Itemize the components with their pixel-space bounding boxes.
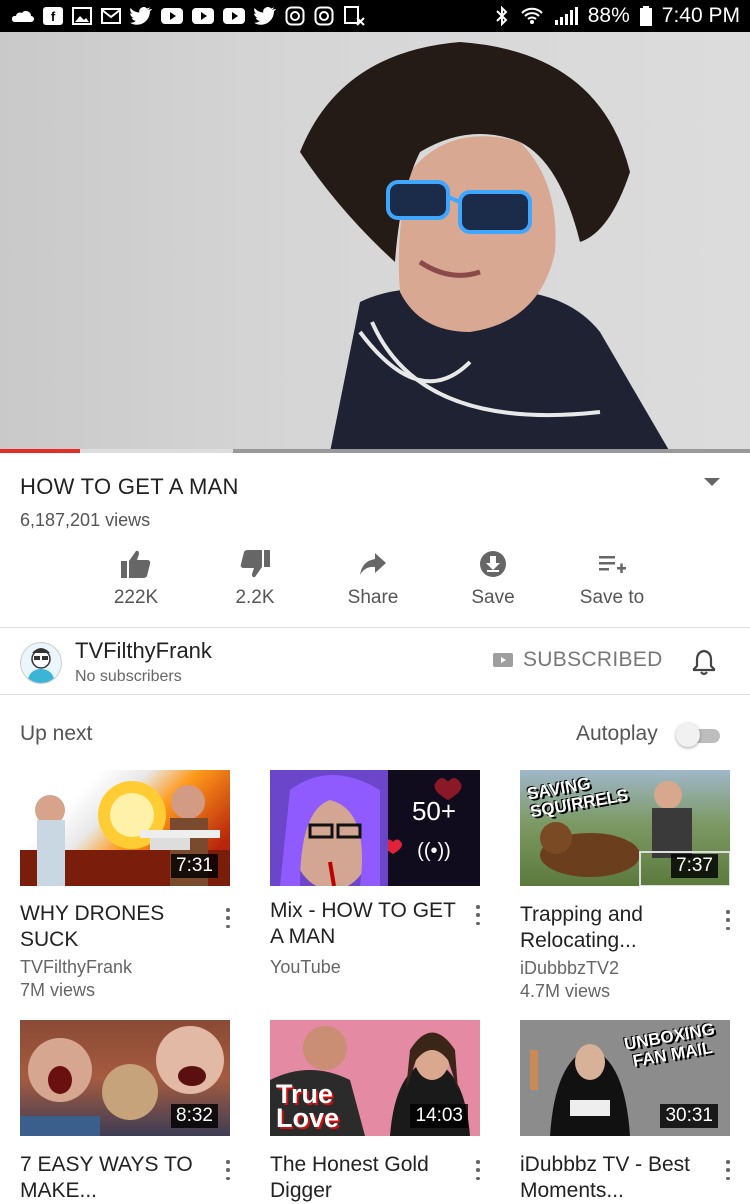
video-duration: 7:31 <box>171 854 218 878</box>
system-status: 88% 7:40 PM <box>494 4 740 28</box>
save-label: Save <box>471 587 515 608</box>
video-thumbnail[interactable]: UNBOXING FAN MAIL 30:31 <box>520 1020 730 1136</box>
video-card-title[interactable]: Mix - HOW TO GET A MAN <box>270 898 470 950</box>
instagram-icon <box>285 6 305 26</box>
download-icon <box>480 551 506 577</box>
battery-icon <box>639 6 652 26</box>
video-thumbnail[interactable]: 7:31 <box>20 770 230 886</box>
video-card-title[interactable]: WHY DRONES SUCK <box>20 901 220 953</box>
expand-description-icon[interactable] <box>704 478 720 486</box>
save-offline-button[interactable]: Save <box>438 545 548 609</box>
channel-name[interactable]: TVFilthyFrank <box>75 638 212 664</box>
instagram-icon <box>314 6 334 26</box>
subscriber-count: No subscribers <box>75 668 182 685</box>
more-options-icon[interactable] <box>475 1160 481 1180</box>
video-duration: 30:31 <box>660 1104 718 1128</box>
facebook-icon: f <box>43 7 63 25</box>
divider <box>0 694 750 695</box>
video-card-channel: iDubbbzTV2 <box>520 958 620 978</box>
more-options-icon[interactable] <box>725 910 731 930</box>
dislike-count: 2.2K <box>235 587 275 608</box>
broadcast-icon: ((•)) <box>417 840 451 862</box>
video-card-views: 4.7M views <box>520 981 611 1001</box>
video-thumbnail[interactable]: SAVING SQUIRRELS 7:37 <box>520 770 730 886</box>
notification-icons: f <box>10 6 365 26</box>
youtube-notif-icon <box>223 8 245 24</box>
video-card-title[interactable]: The Honest Gold Digger <box>270 1152 470 1204</box>
bluetooth-icon <box>496 6 508 26</box>
more-options-icon[interactable] <box>725 1160 731 1180</box>
video-card-channel: TVFilthyFrank <box>20 957 133 977</box>
youtube-small-icon <box>493 653 513 667</box>
progress-played <box>0 449 80 453</box>
youtube-notif-icon <box>161 8 183 24</box>
gallery-icon <box>72 7 92 25</box>
share-icon <box>360 553 386 575</box>
video-player[interactable] <box>0 32 750 452</box>
video-card-title[interactable]: 7 EASY WAYS TO MAKE... <box>20 1152 220 1204</box>
mix-hearts <box>388 778 462 854</box>
view-count: 6,187,201 views <box>20 510 151 530</box>
video-title: HOW TO GET A MAN <box>20 474 239 499</box>
mix-count: 50+ <box>411 796 457 826</box>
more-options-icon[interactable] <box>475 905 481 925</box>
video-duration: 14:03 <box>410 1104 468 1128</box>
thumbs-down-icon <box>240 550 270 578</box>
video-duration: 8:32 <box>171 1104 218 1128</box>
clock: 7:40 PM <box>661 4 740 27</box>
cloud-icon <box>11 10 34 22</box>
share-label: Share <box>347 587 399 608</box>
battery-percent: 88% <box>587 4 630 27</box>
subscribed-label: SUBSCRIBED <box>523 648 663 671</box>
video-card-title[interactable]: iDubbbz TV - Best Moments... <box>520 1152 720 1204</box>
dislike-button[interactable]: 2.2K <box>200 545 310 609</box>
youtube-notif-icon <box>192 8 214 24</box>
playlist-add-icon <box>599 556 626 573</box>
status-bar: f 88% 7:40 PM <box>0 0 750 32</box>
thumbs-up-icon <box>121 550 151 578</box>
video-thumbnail[interactable]: True Love 14:03 <box>270 1020 480 1136</box>
video-thumbnail[interactable]: 8:32 <box>20 1020 230 1136</box>
more-options-icon[interactable] <box>225 1160 231 1180</box>
channel-avatar[interactable] <box>20 642 62 684</box>
nfc-off-icon <box>344 6 365 26</box>
autoplay-label: Autoplay <box>576 722 658 745</box>
video-frame-person <box>300 42 670 452</box>
autoplay-toggle[interactable] <box>676 723 720 747</box>
share-button[interactable]: Share <box>318 545 428 609</box>
toggle-knob <box>676 723 700 747</box>
action-bar: 222K 2.2K Share Save Save to <box>0 545 750 625</box>
video-duration: 7:37 <box>671 854 718 878</box>
save-to-playlist-button[interactable]: Save to <box>557 545 667 609</box>
video-card-title[interactable]: Trapping and Relocating... <box>520 902 720 954</box>
channel-row[interactable]: TVFilthyFrank No subscribers SUBSCRIBED <box>0 628 750 694</box>
save-to-label: Save to <box>579 587 645 608</box>
mix-overlay: 50+ ((•)) <box>388 770 480 886</box>
notification-bell-icon[interactable] <box>690 648 718 676</box>
signal-icon <box>554 7 578 25</box>
twitter-icon <box>254 7 276 25</box>
avatar-image <box>27 648 55 683</box>
video-card-channel: YouTube <box>270 957 341 977</box>
like-button[interactable]: 222K <box>81 545 191 609</box>
more-options-icon[interactable] <box>225 908 231 928</box>
video-thumbnail[interactable]: 50+ ((•)) <box>270 770 480 886</box>
like-count: 222K <box>113 587 159 608</box>
subscribed-button[interactable]: SUBSCRIBED <box>493 648 663 672</box>
twitter-icon <box>130 7 152 25</box>
up-next-label: Up next <box>20 722 93 745</box>
video-card-views: 7M views <box>20 980 96 1000</box>
wifi-icon <box>521 7 543 24</box>
gmail-icon <box>101 8 121 24</box>
thumbnail-text: True Love <box>276 1079 340 1133</box>
